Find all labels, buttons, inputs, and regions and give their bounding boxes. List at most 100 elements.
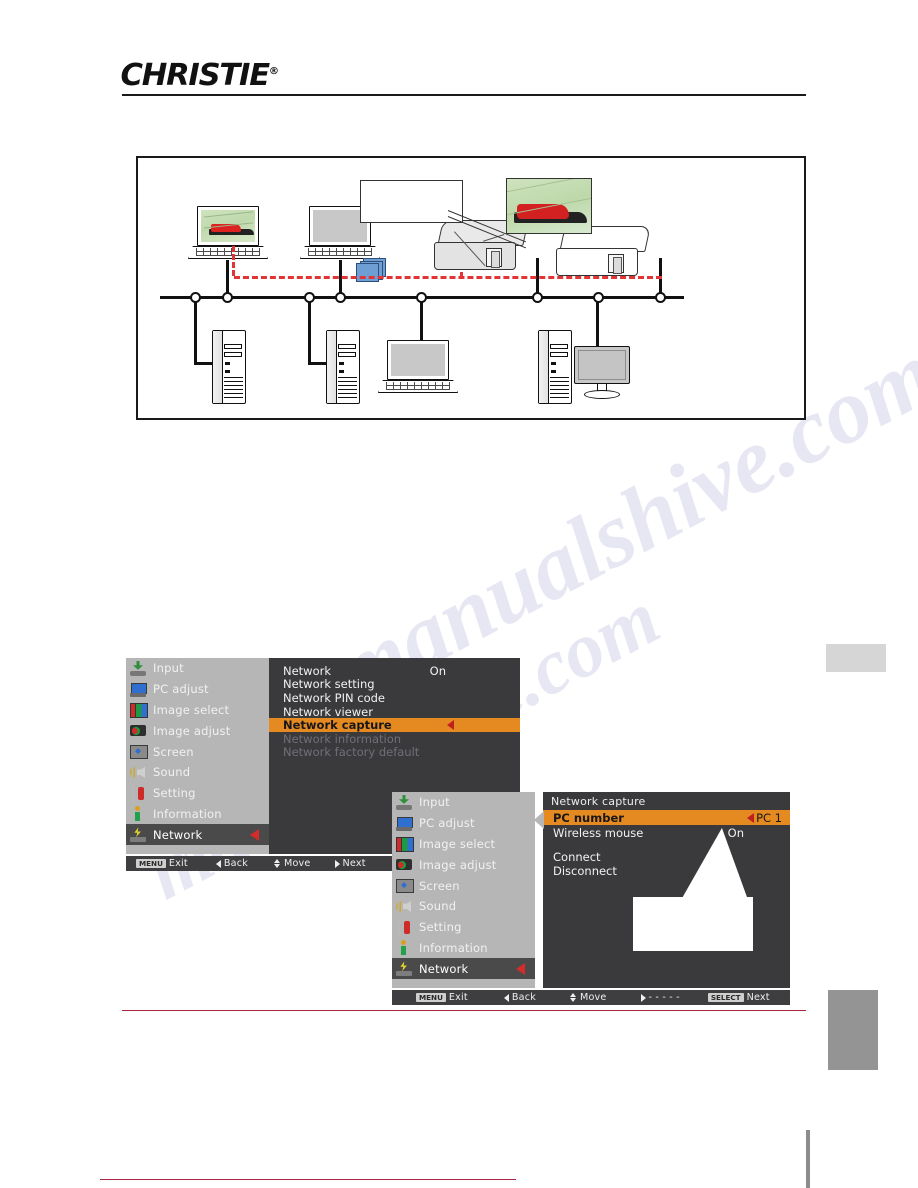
input-icon — [396, 795, 412, 810]
sidebar-item-image-adjust[interactable]: Image adjust — [126, 720, 269, 741]
menu-item-network-pin-code[interactable]: Network PIN code — [269, 691, 520, 705]
foot-dash: - - - - - — [640, 992, 680, 1003]
arrow-left-icon — [215, 859, 221, 868]
input-icon — [130, 661, 146, 676]
bus-drop — [308, 296, 311, 364]
projector — [556, 226, 652, 282]
sidebar-item-image-select[interactable]: Image select — [392, 834, 535, 855]
screen-icon — [130, 744, 148, 760]
foot-move-label: Move — [579, 992, 607, 1003]
sidebar-item-label: Network — [419, 961, 469, 976]
sidebar-item-sound[interactable]: Sound — [392, 896, 535, 917]
monitor-screen — [574, 346, 630, 384]
menu-item-label: Connect — [553, 850, 601, 864]
sidebar-item-image-select[interactable]: Image select — [126, 700, 269, 721]
bus-node — [655, 292, 666, 303]
menu-item-label: Network capture — [283, 718, 392, 733]
sidebar-item-label: Screen — [153, 744, 194, 759]
menu-item-network-capture[interactable]: Network capture — [269, 718, 520, 732]
projected-image — [506, 178, 592, 234]
sidebar-item-label: Image adjust — [419, 857, 497, 872]
sound-icon — [396, 899, 412, 914]
page-edge-tab-lower — [828, 990, 878, 1070]
menu-item-label: Network viewer — [283, 704, 373, 719]
menu-item-network[interactable]: Network On — [269, 664, 520, 678]
foot-next[interactable]: Next — [334, 858, 366, 869]
osd-main-sidebar[interactable]: Input PC adjust Image select Image adjus… — [126, 658, 269, 854]
screen-icon — [396, 878, 414, 894]
document-sheet — [356, 263, 379, 282]
sidebar-item-label: Image select — [419, 836, 496, 851]
menu-item-label: Network — [283, 663, 332, 678]
setting-icon — [396, 920, 412, 935]
foot-exit-label: Exit — [448, 992, 468, 1003]
menu-item-label: Wireless mouse — [553, 825, 644, 840]
sidebar-item-network[interactable]: Network — [126, 824, 269, 846]
foot-move[interactable]: Move — [569, 992, 607, 1003]
foot-back-label: Back — [223, 858, 248, 869]
foot-back[interactable]: Back — [503, 992, 536, 1003]
sidebar-item-pc-adjust[interactable]: PC adjust — [392, 813, 535, 834]
menu-item-network-viewer[interactable]: Network viewer — [269, 705, 520, 719]
sidebar-item-label: Input — [419, 795, 450, 810]
tower-vent — [338, 376, 357, 398]
sidebar-item-information[interactable]: Information — [392, 938, 535, 959]
sidebar-item-setting[interactable]: Setting — [126, 783, 269, 804]
osd-main-footbar: MENU Exit Back Move Next — [126, 856, 392, 871]
foot-next[interactable]: SELECT Next — [707, 992, 770, 1003]
osd-capture-panel[interactable]: Network capture PC number PC 1 Wireless … — [534, 792, 790, 988]
sidebar-item-pc-adjust[interactable]: PC adjust — [126, 679, 269, 700]
sidebar-item-setting[interactable]: Setting — [392, 917, 535, 938]
foot-exit[interactable]: MENU Exit — [136, 858, 188, 869]
menu-item-label: Network information — [283, 731, 402, 746]
osd-capture-menu[interactable]: Input PC adjust Image select Image adjus… — [392, 792, 790, 1005]
sidebar-item-image-adjust[interactable]: Image adjust — [392, 854, 535, 875]
foot-dash-label: - - - - - — [648, 992, 680, 1003]
footer-divider — [122, 1010, 806, 1012]
sidebar-item-network[interactable]: Network — [392, 958, 535, 980]
laptop-lid — [197, 206, 259, 246]
menu-key-chip: MENU — [416, 993, 446, 1002]
menu-item-wireless-mouse[interactable]: Wireless mouse On — [543, 825, 790, 840]
sidebar-item-information[interactable]: Information — [126, 804, 269, 825]
information-icon — [396, 940, 412, 956]
laptop-screen-image — [201, 210, 255, 242]
selection-arrow-icon — [516, 962, 525, 975]
menu-item-value: On — [727, 825, 744, 840]
menu-item-network-factory-default: Network factory default — [269, 745, 520, 759]
tower-bay — [550, 352, 568, 357]
tower-bay — [224, 352, 242, 357]
menu-item-label: PC number — [553, 810, 624, 825]
sidebar-item-screen[interactable]: Screen — [126, 741, 269, 762]
menu-item-network-setting[interactable]: Network setting — [269, 677, 520, 692]
network-icon — [130, 827, 146, 843]
sidebar-item-label: Sound — [419, 899, 457, 914]
sidebar-item-input[interactable]: Input — [392, 792, 535, 813]
network-icon — [396, 961, 412, 977]
pc-adjust-icon — [130, 682, 147, 697]
submenu-arrow-icon — [747, 812, 755, 823]
menu-item-connect[interactable]: Connect — [543, 850, 790, 864]
menu-item-label: Network PIN code — [283, 690, 385, 705]
osd-capture-footbar: MENU Exit Back Move - - - - - SELECT Nex… — [392, 990, 790, 1005]
foot-exit[interactable]: MENU Exit — [416, 992, 468, 1003]
arrow-up-down-icon — [273, 859, 281, 868]
dialog-title: Network capture — [551, 795, 646, 808]
information-icon — [130, 806, 146, 822]
sidebar-item-screen[interactable]: Screen — [392, 875, 535, 896]
foot-move[interactable]: Move — [273, 858, 311, 869]
foot-move-label: Move — [283, 858, 311, 869]
menu-item-value: On — [429, 663, 446, 678]
laptop-screen — [391, 344, 445, 376]
sidebar-item-input[interactable]: Input — [126, 658, 269, 679]
osd-capture-sidebar[interactable]: Input PC adjust Image select Image adjus… — [392, 792, 535, 988]
dialog-pointer-icon — [534, 811, 544, 829]
sidebar-item-sound[interactable]: Sound — [126, 762, 269, 783]
foot-back[interactable]: Back — [215, 858, 248, 869]
menu-item-label: Network setting — [283, 677, 375, 692]
manual-page: manualshive.com manualshive.com CHRISTIE… — [0, 0, 918, 1188]
menu-item-disconnect[interactable]: Disconnect — [543, 864, 790, 878]
image-adjust-icon — [396, 857, 412, 872]
projector-lens — [608, 254, 624, 274]
menu-item-pc-number[interactable]: PC number PC 1 — [543, 810, 790, 825]
